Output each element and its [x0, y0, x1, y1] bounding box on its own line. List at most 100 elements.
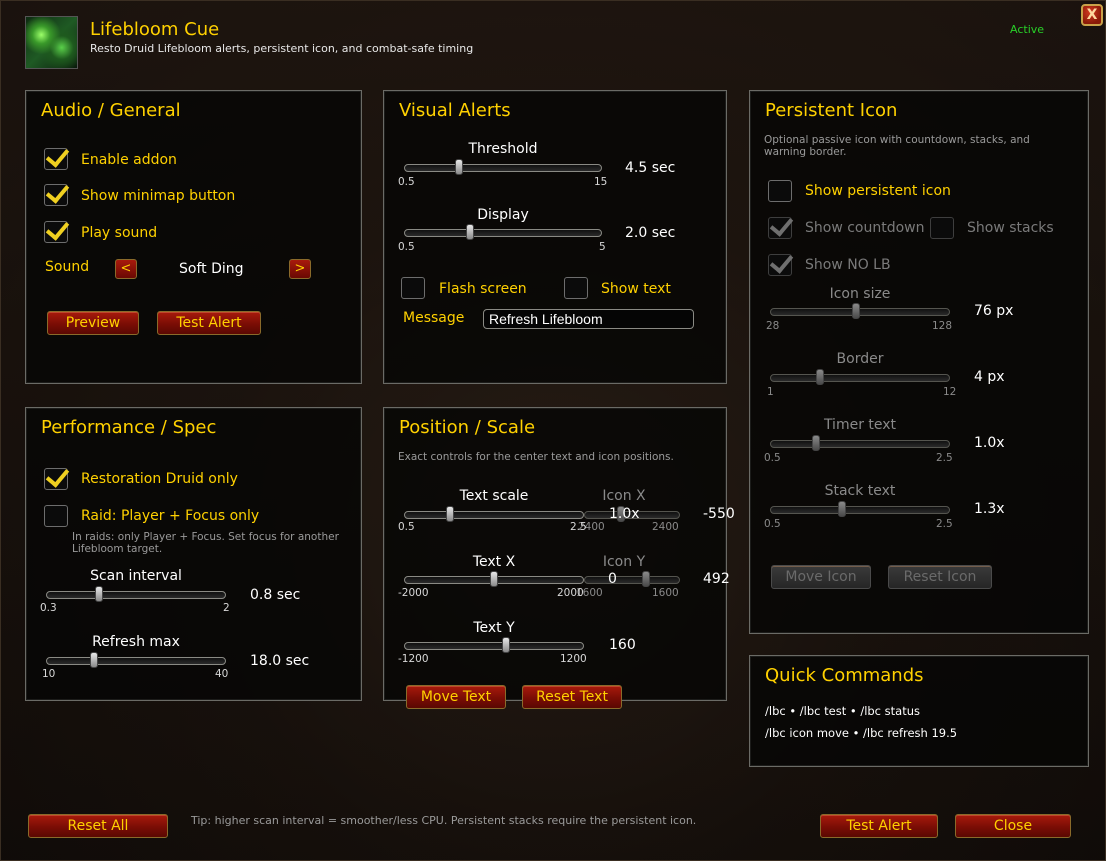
show-minimap-checkbox[interactable]: [44, 184, 68, 206]
play-sound-label: Play sound: [81, 225, 158, 241]
enable-addon-checkbox[interactable]: [44, 148, 68, 170]
timer-text-slider-thumb[interactable]: [811, 435, 820, 451]
sound-next-button[interactable]: >: [289, 259, 311, 279]
test-alert-button[interactable]: Test Alert: [157, 311, 261, 335]
scan-interval-label: Scan interval: [90, 568, 182, 584]
close-button[interactable]: Close: [955, 814, 1071, 838]
icon-x-max: 2400: [652, 521, 679, 533]
panel-title: Persistent Icon: [765, 100, 898, 121]
display-value: 2.0 sec: [625, 225, 676, 241]
icon-y-max: 1600: [652, 587, 679, 599]
text-x-slider[interactable]: [404, 571, 584, 587]
stack-text-slider[interactable]: [770, 501, 950, 517]
stack-text-slider-thumb[interactable]: [838, 501, 847, 517]
text-x-slider-thumb[interactable]: [490, 571, 498, 587]
command-line: /lbc • /lbc test • /lbc status: [765, 704, 920, 718]
message-input[interactable]: Refresh Lifebloom: [483, 309, 694, 329]
close-window-button[interactable]: X: [1081, 4, 1103, 26]
visual-alerts-panel: Visual Alerts Threshold 0.5 15 4.5 sec D…: [383, 90, 727, 384]
text-y-slider-thumb[interactable]: [501, 637, 510, 653]
show-persistent-icon-label: Show persistent icon: [805, 183, 951, 199]
icon-size-slider-thumb[interactable]: [852, 303, 861, 319]
icon-y-value: 492: [703, 571, 730, 587]
timer-text-min: 0.5: [764, 452, 781, 464]
move-text-button[interactable]: Move Text: [406, 685, 506, 709]
timer-text-label: Timer text: [823, 417, 897, 433]
show-text-checkbox[interactable]: [564, 277, 588, 299]
persistent-description: Optional passive icon with countdown, st…: [764, 134, 1030, 158]
resto-only-checkbox[interactable]: [44, 468, 68, 490]
show-persistent-icon-checkbox[interactable]: [768, 180, 792, 202]
move-icon-button[interactable]: Move Icon: [771, 565, 871, 589]
play-sound-checkbox[interactable]: [44, 221, 68, 243]
show-countdown-checkbox[interactable]: [768, 217, 792, 239]
lifebloom-spell-icon: [25, 16, 78, 69]
text-y-value: 160: [609, 637, 636, 653]
show-no-lb-label: Show NO LB: [805, 257, 891, 273]
performance-spec-panel: Performance / Spec Restoration Druid onl…: [25, 407, 362, 701]
reset-icon-button[interactable]: Reset Icon: [888, 565, 992, 589]
refresh-max-slider[interactable]: [46, 652, 226, 668]
icon-size-slider[interactable]: [770, 303, 950, 319]
text-scale-slider[interactable]: [404, 506, 584, 522]
icon-size-label: Icon size: [829, 286, 891, 302]
text-scale-value: 1.0x: [609, 506, 640, 522]
window-subtitle: Resto Druid Lifebloom alerts, persistent…: [90, 42, 474, 55]
scan-interval-slider[interactable]: [46, 586, 226, 602]
flash-screen-checkbox[interactable]: [401, 277, 425, 299]
scan-interval-value: 0.8 sec: [250, 587, 301, 603]
panel-title: Audio / General: [41, 100, 181, 121]
show-stacks-checkbox[interactable]: [930, 217, 954, 239]
panel-title: Performance / Spec: [41, 417, 217, 438]
quick-commands-panel: Quick Commands /lbc • /lbc test • /lbc s…: [749, 655, 1089, 767]
border-slider[interactable]: [770, 369, 950, 385]
show-countdown-label: Show countdown: [805, 220, 925, 236]
text-y-slider[interactable]: [404, 637, 584, 653]
flash-screen-label: Flash screen: [439, 281, 527, 297]
stack-text-label: Stack text: [824, 483, 896, 499]
reset-text-button[interactable]: Reset Text: [522, 685, 622, 709]
refresh-max-slider-thumb[interactable]: [90, 652, 99, 668]
window-title: Lifebloom Cue: [90, 19, 220, 40]
text-y-min: -1200: [398, 653, 429, 665]
reset-all-button[interactable]: Reset All: [28, 814, 168, 838]
border-max: 12: [943, 386, 957, 398]
message-label: Message: [403, 310, 465, 326]
persistent-icon-panel: Persistent Icon Optional passive icon wi…: [749, 90, 1089, 634]
position-description: Exact controls for the center text and i…: [398, 451, 674, 463]
display-label: Display: [477, 207, 529, 223]
text-scale-label: Text scale: [459, 488, 529, 504]
text-scale-slider-thumb[interactable]: [445, 506, 454, 522]
icon-size-min: 28: [766, 320, 780, 332]
icon-y-label: Icon Y: [602, 554, 646, 570]
command-line: /lbc icon move • /lbc refresh 19.5: [765, 726, 958, 740]
preview-button[interactable]: Preview: [47, 311, 139, 335]
border-slider-thumb[interactable]: [815, 369, 824, 385]
footer-test-alert-button[interactable]: Test Alert: [820, 814, 938, 838]
raid-player-focus-label: Raid: Player + Focus only: [81, 508, 260, 524]
sound-value: Soft Ding: [179, 261, 244, 277]
border-min: 1: [767, 386, 774, 398]
sound-prev-button[interactable]: <: [115, 259, 137, 279]
icon-x-value: -550: [703, 506, 735, 522]
show-no-lb-checkbox[interactable]: [768, 254, 792, 276]
scan-interval-slider-thumb[interactable]: [95, 586, 104, 602]
enable-addon-label: Enable addon: [81, 152, 177, 168]
icon-y-slider-thumb[interactable]: [642, 571, 651, 587]
refresh-max-max: 40: [215, 668, 229, 680]
timer-text-slider[interactable]: [770, 435, 950, 451]
icon-y-slider[interactable]: [584, 571, 680, 587]
display-slider[interactable]: [404, 224, 602, 240]
raid-player-focus-checkbox[interactable]: [44, 505, 68, 527]
show-minimap-label: Show minimap button: [81, 188, 236, 204]
refresh-max-label: Refresh max: [92, 634, 180, 650]
audio-general-panel: Audio / General Enable addon Show minima…: [25, 90, 362, 384]
display-slider-thumb[interactable]: [466, 224, 475, 240]
threshold-slider[interactable]: [404, 159, 602, 175]
scan-interval-min: 0.3: [40, 602, 57, 614]
raid-note: In raids: only Player + Focus. Set focus…: [72, 531, 339, 555]
panel-title: Position / Scale: [399, 417, 536, 438]
icon-x-label: Icon X: [602, 488, 646, 504]
threshold-slider-thumb[interactable]: [455, 159, 464, 175]
icon-size-value: 76 px: [974, 303, 1014, 319]
